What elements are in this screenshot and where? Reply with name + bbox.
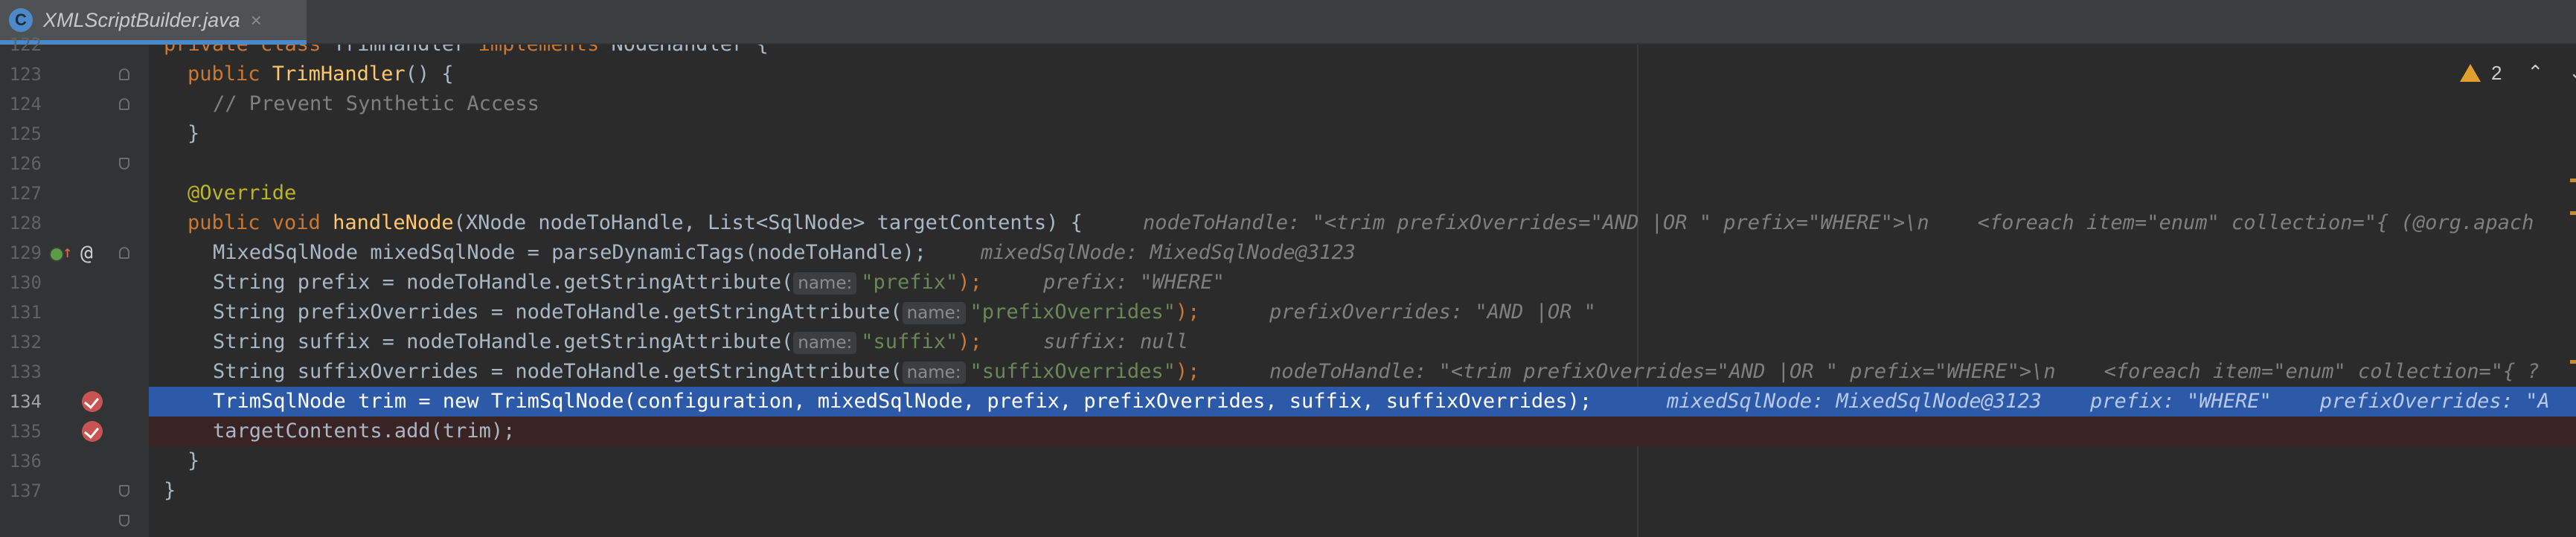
code-text: }	[188, 449, 200, 472]
code-line[interactable]: String suffixOverrides = nodeToHandle.ge…	[149, 357, 2576, 387]
tab-xmlscriptbuilder[interactable]: C XMLScriptBuilder.java ×	[0, 0, 307, 45]
code-text: }	[188, 122, 200, 145]
previous-highlight-button[interactable]: ⌃	[2527, 62, 2543, 84]
fold-marker-icon[interactable]	[119, 158, 129, 170]
breakpoint-icon[interactable]	[82, 421, 103, 442]
line-number: 129	[9, 242, 42, 263]
code-line[interactable]: String prefixOverrides = nodeToHandle.ge…	[149, 298, 2576, 327]
debug-inline-value: suffix: null	[1043, 330, 1189, 353]
code-text: () {	[405, 62, 454, 86]
debug-inline-value: mixedSqlNode: MixedSqlNode@3123 prefix: …	[1667, 390, 2550, 413]
next-highlight-button[interactable]: ⌄	[2569, 62, 2576, 84]
code-text: String suffix = nodeToHandle.getStringAt…	[213, 330, 794, 353]
code-line[interactable]: String suffix = nodeToHandle.getStringAt…	[149, 327, 2576, 357]
line-number: 127	[9, 183, 42, 204]
line-number-current: 134	[9, 391, 42, 412]
code-text: String suffixOverrides = nodeToHandle.ge…	[213, 360, 903, 383]
code-text: (XNode nodeToHandle, List<SqlNode> targe…	[453, 211, 1083, 234]
code-text: );	[958, 271, 982, 294]
annotation: @Override	[188, 181, 297, 205]
line-number: 135	[9, 421, 42, 442]
java-class-icon: C	[9, 8, 33, 32]
class-name: TrimHandler	[333, 45, 478, 56]
code-line[interactable]: }	[149, 119, 2576, 149]
string-literal: "prefix"	[861, 271, 958, 294]
string-literal: "prefixOverrides"	[970, 300, 1176, 324]
warning-count: 2	[2491, 61, 2502, 84]
line-number: 132	[9, 332, 42, 353]
debug-inline-value: mixedSqlNode: MixedSqlNode@3123	[981, 241, 1356, 264]
fold-marker-icon[interactable]	[119, 515, 129, 527]
keyword: private class	[164, 45, 333, 56]
keyword: public void	[188, 211, 333, 234]
debug-inline-value: prefixOverrides: "AND |OR "	[1269, 300, 1596, 324]
error-stripe-mark[interactable]	[2570, 179, 2576, 182]
code-text: );	[1175, 360, 1200, 383]
parameter-hint: name:	[793, 272, 857, 295]
line-number: 128	[9, 213, 42, 234]
code-text: MixedSqlNode mixedSqlNode = parseDynamic…	[213, 241, 927, 264]
code-line-empty[interactable]	[149, 149, 2576, 179]
execution-point-line[interactable]: TrimSqlNode trim = new TrimSqlNode(confi…	[149, 387, 2576, 417]
method-name: handleNode	[333, 211, 454, 234]
keyword: public	[188, 62, 272, 86]
parameter-hint: name:	[902, 302, 966, 324]
code-text: String prefixOverrides = nodeToHandle.ge…	[213, 300, 903, 324]
code-text: }	[164, 479, 176, 502]
debug-inline-value: prefix: "WHERE"	[1043, 271, 1225, 294]
editor-tab-bar: C XMLScriptBuilder.java ×	[0, 0, 2576, 45]
implements-method-icon[interactable]	[49, 247, 64, 262]
editor-gutter[interactable]: 122 123 124 125 126 127 128 129 130 131 …	[0, 34, 149, 537]
line-number: 137	[9, 480, 42, 501]
code-line[interactable]: @Override	[149, 179, 2576, 208]
breakpoint-line[interactable]: targetContents.add(trim);	[149, 417, 2576, 446]
code-text: );	[958, 330, 982, 353]
code-text: );	[1175, 300, 1200, 324]
constructor-name: TrimHandler	[272, 62, 406, 86]
debug-inline-value: nodeToHandle: "<trim prefixOverrides="AN…	[1269, 360, 2540, 383]
fold-marker-icon[interactable]	[119, 247, 129, 259]
error-stripe-mark[interactable]	[2570, 360, 2576, 364]
code-line[interactable]: private class TrimHandler implements Nod…	[149, 45, 2576, 60]
fold-marker-icon[interactable]	[119, 68, 129, 80]
line-number: 122	[9, 34, 42, 55]
code-text: TrimSqlNode trim = new TrimSqlNode(confi…	[213, 390, 1592, 413]
line-number: 136	[9, 451, 42, 472]
code-line[interactable]: }	[149, 446, 2576, 476]
code-line[interactable]: MixedSqlNode mixedSqlNode = parseDynamic…	[149, 238, 2576, 268]
error-stripe-mark[interactable]	[2570, 211, 2576, 215]
code-line[interactable]: }	[149, 476, 2576, 506]
string-literal: "suffix"	[861, 330, 958, 353]
code-line[interactable]: // Prevent Synthetic Access	[149, 89, 2576, 119]
close-icon[interactable]: ×	[251, 9, 262, 32]
fold-marker-icon[interactable]	[119, 98, 129, 110]
debug-inline-value: nodeToHandle: "<trim prefixOverrides="AN…	[1143, 211, 2534, 234]
code-text: targetContents.add(trim);	[213, 419, 516, 443]
parameter-hint: name:	[793, 332, 857, 354]
line-number: 123	[9, 64, 42, 85]
code-line[interactable]: public TrimHandler() {	[149, 60, 2576, 89]
comment: // Prevent Synthetic Access	[213, 92, 539, 115]
fold-marker-icon[interactable]	[119, 485, 129, 497]
code-line[interactable]: public void handleNode(XNode nodeToHandl…	[149, 208, 2576, 238]
line-number: 124	[9, 94, 42, 115]
warning-icon	[2460, 64, 2481, 82]
string-literal: "suffixOverrides"	[970, 360, 1176, 383]
interface-name: NodeHandler {	[611, 45, 768, 56]
line-number: 130	[9, 272, 42, 293]
inspection-widget[interactable]: 2 ⌃ ⌄	[2460, 60, 2576, 86]
tab-title: XMLScriptBuilder.java	[43, 8, 240, 31]
line-number: 125	[9, 123, 42, 144]
annotation-at-icon[interactable]: @	[80, 238, 93, 268]
line-number: 131	[9, 302, 42, 323]
line-number: 126	[9, 153, 42, 174]
code-text: String prefix = nodeToHandle.getStringAt…	[213, 271, 794, 294]
code-line[interactable]: String prefix = nodeToHandle.getStringAt…	[149, 268, 2576, 298]
code-editor[interactable]: private class TrimHandler implements Nod…	[149, 45, 2576, 537]
breakpoint-icon[interactable]	[82, 391, 103, 412]
navigate-up-icon[interactable]: ↑	[63, 238, 72, 268]
line-number: 133	[9, 361, 42, 382]
keyword: implements	[478, 45, 612, 56]
parameter-hint: name:	[902, 361, 966, 384]
